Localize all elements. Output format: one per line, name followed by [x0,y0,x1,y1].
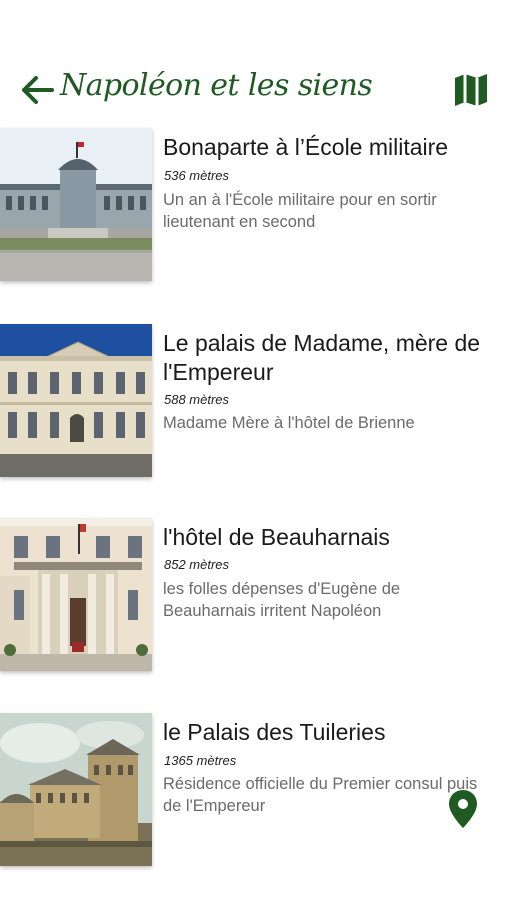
back-button[interactable] [18,72,56,108]
item-description: Madame Mère à l'hôtel de Brienne [163,414,415,432]
item-title: le Palais des Tuileries [163,719,386,745]
item-title: Le palais de Madame, mère de l'Empereur [163,330,481,385]
map-button[interactable] [452,70,490,108]
thumbnail-hotel-de-beauharnais [0,518,152,671]
arrow-left-icon [22,76,54,104]
item-distance: 536 mètres [164,168,230,183]
item-description: Un an à l'École militaire pour en sortir… [163,191,437,231]
location-pin-button[interactable] [448,789,478,829]
list-item[interactable]: le Palais des Tuileries 1365 mètres Rési… [0,713,507,873]
list-item[interactable]: Bonaparte à l’École militaire 536 mètres… [0,128,507,288]
location-pin-icon [449,790,477,828]
page-title: Napoléon et les siens [60,68,373,103]
map-icon [455,74,487,106]
thumbnail-palais-des-tuileries [0,713,152,866]
item-title: Bonaparte à l’École militaire [163,134,449,160]
app-bar: Napoléon et les siens [0,62,507,118]
item-distance: 1365 mètres [164,753,237,768]
thumbnail-hotel-de-brienne [0,324,152,477]
thumbnail-ecole-militaire [0,128,152,281]
item-description: les folles dépenses d'Eugène de Beauharn… [163,580,401,620]
list-item[interactable]: l'hôtel de Beauharnais 852 mètres les fo… [0,518,507,678]
item-distance: 588 mètres [164,392,230,407]
item-distance: 852 mètres [164,557,230,572]
item-title: l'hôtel de Beauharnais [163,524,390,550]
item-description: Résidence officielle du Premier consul p… [163,775,478,815]
list-item[interactable]: Le palais de Madame, mère de l'Empereur … [0,324,507,484]
